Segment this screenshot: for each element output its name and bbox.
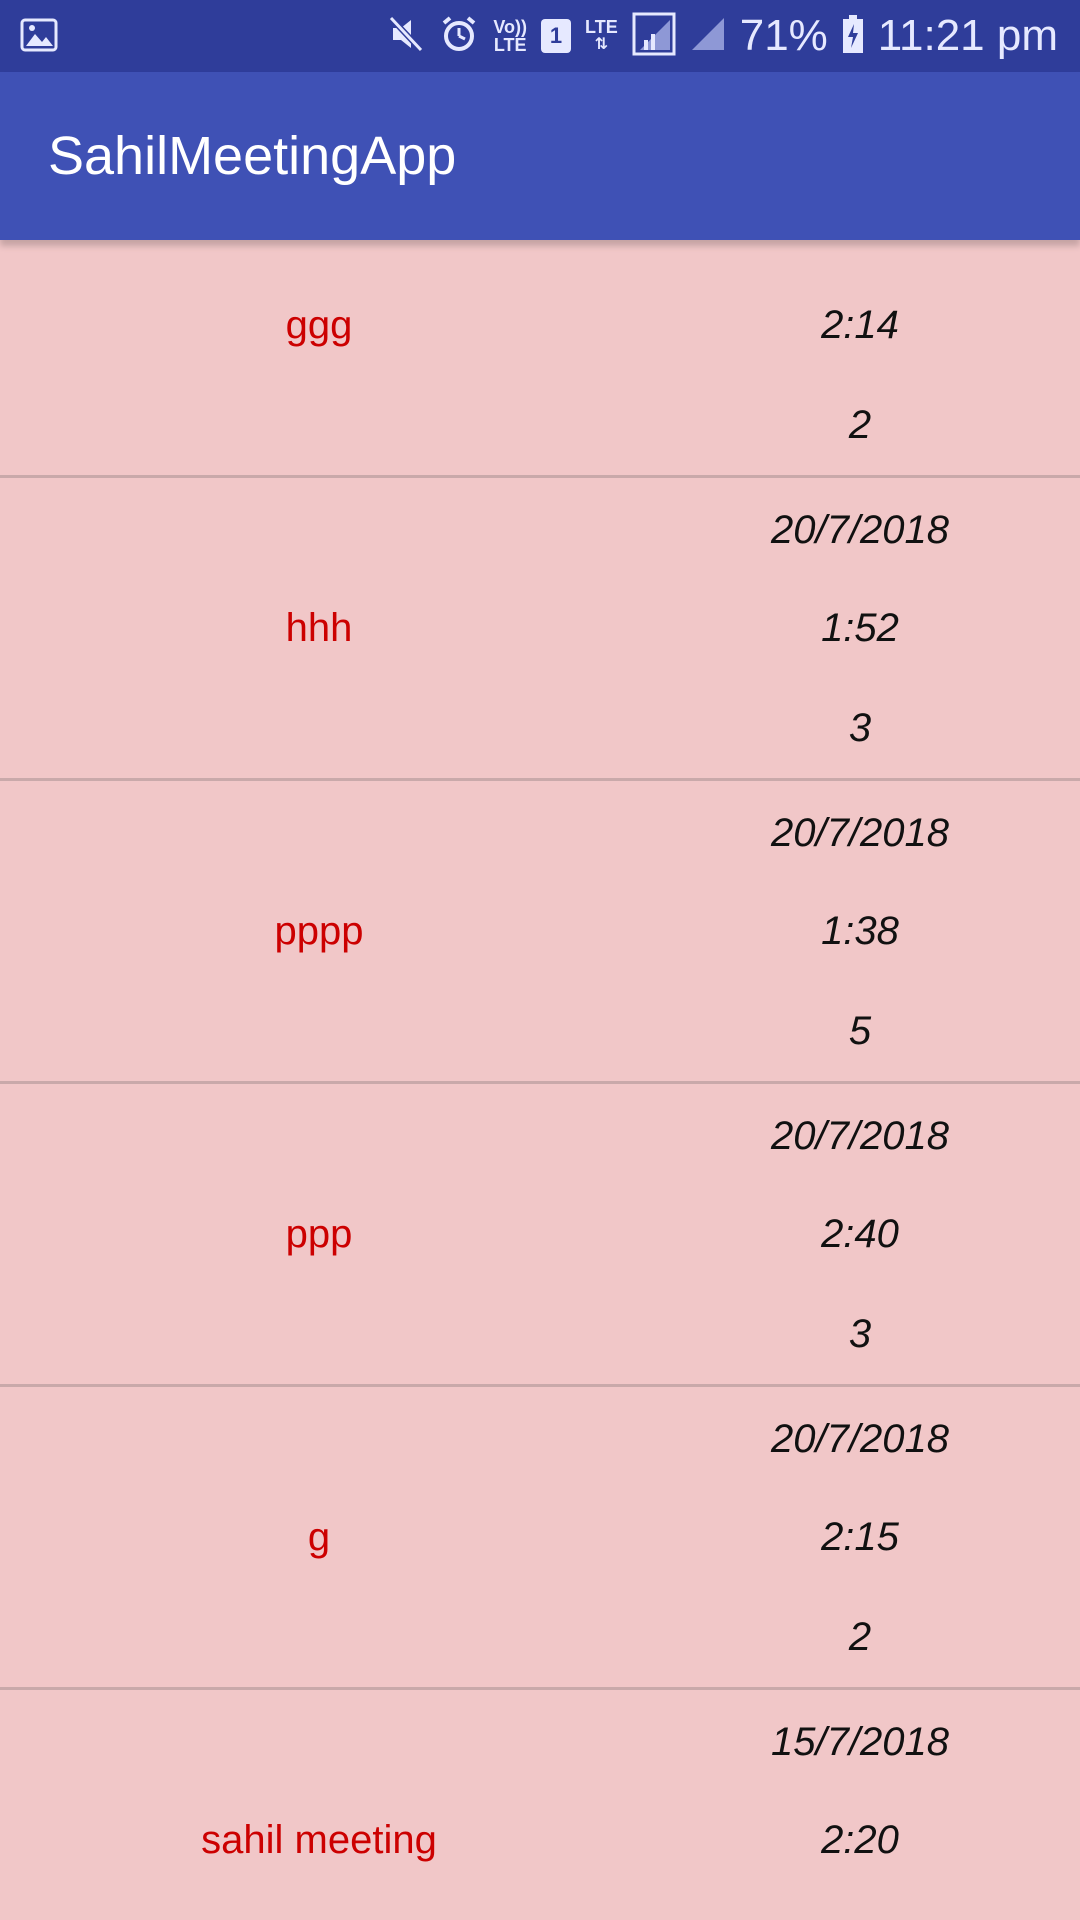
meeting-time: 2:14 — [821, 303, 899, 347]
meeting-title: g — [307, 1514, 331, 1559]
meeting-list-inner: ggg 2:14 2 hhh 20/7/2018 1:52 3 pppp 20/… — [0, 240, 1080, 1920]
meeting-title: ppp — [285, 1211, 353, 1256]
clock: 11:21 pm — [877, 11, 1058, 60]
list-item[interactable]: hhh 20/7/2018 1:52 3 — [0, 478, 1080, 781]
meeting-meta: 20/7/2018 2:15 2 — [660, 1387, 1060, 1687]
mute-icon — [387, 14, 425, 59]
meeting-time: 2:20 — [821, 1818, 899, 1862]
volte-bottom-label: LTE — [493, 35, 527, 55]
list-item[interactable]: ggg 2:14 2 — [0, 240, 1080, 478]
meeting-time: 2:40 — [821, 1212, 899, 1256]
volte-top-label: Vo)) — [493, 17, 528, 37]
meeting-time: 2:15 — [821, 1515, 899, 1559]
meeting-meta: 2:14 2 — [660, 240, 1060, 475]
lte-data-icon: LTE ⇅ — [585, 17, 618, 53]
image-icon — [20, 16, 58, 59]
meeting-time: 1:52 — [821, 606, 899, 650]
list-item[interactable]: ppp 20/7/2018 2:40 3 — [0, 1084, 1080, 1387]
meeting-meta: 20/7/2018 2:40 3 — [660, 1084, 1060, 1384]
meeting-date: 15/7/2018 — [771, 1720, 949, 1764]
meeting-meta: 15/7/2018 2:20 2 — [660, 1690, 1060, 1920]
meeting-meta: 20/7/2018 1:52 3 — [660, 478, 1060, 778]
meeting-title: pppp — [274, 908, 364, 953]
meeting-title: ggg — [285, 302, 353, 347]
lte-data-label: LTE — [585, 17, 618, 37]
meeting-title: sahil meeting — [201, 1817, 437, 1862]
meeting-date: 20/7/2018 — [771, 1114, 949, 1158]
sim-1-icon: 1 — [541, 19, 572, 53]
battery-percent: 71% — [739, 11, 828, 60]
status-bar: Vo)) LTE 1 LTE ⇅ 71% 11:21 pm — [0, 0, 1080, 72]
signal-icon — [632, 12, 676, 61]
meeting-title: hhh — [285, 605, 353, 650]
list-item[interactable]: pppp 20/7/2018 1:38 5 — [0, 781, 1080, 1084]
meeting-list[interactable]: ggg 2:14 2 hhh 20/7/2018 1:52 3 pppp 20/… — [0, 240, 1080, 1920]
list-item[interactable]: sahil meeting 15/7/2018 2:20 2 — [0, 1690, 1080, 1920]
meeting-count: 3 — [848, 706, 872, 750]
meeting-count: 5 — [848, 1009, 872, 1053]
app-title: SahilMeetingApp — [48, 126, 457, 186]
meeting-count: 2 — [848, 403, 872, 447]
battery-charging-icon — [842, 14, 864, 59]
signal-2-icon — [690, 16, 726, 57]
meeting-count: 2 — [848, 1615, 872, 1659]
volte-icon: Vo)) LTE — [493, 18, 527, 54]
alarm-icon — [439, 14, 479, 59]
meeting-date: 20/7/2018 — [771, 508, 949, 552]
app-bar: SahilMeetingApp — [0, 72, 1080, 240]
meeting-date: 20/7/2018 — [771, 1417, 949, 1461]
meeting-date: 20/7/2018 — [771, 811, 949, 855]
meeting-meta: 20/7/2018 1:38 5 — [660, 781, 1060, 1081]
list-item[interactable]: g 20/7/2018 2:15 2 — [0, 1387, 1080, 1690]
sim-1-label: 1 — [549, 23, 563, 48]
meeting-count: 3 — [848, 1312, 872, 1356]
meeting-time: 1:38 — [821, 909, 899, 953]
